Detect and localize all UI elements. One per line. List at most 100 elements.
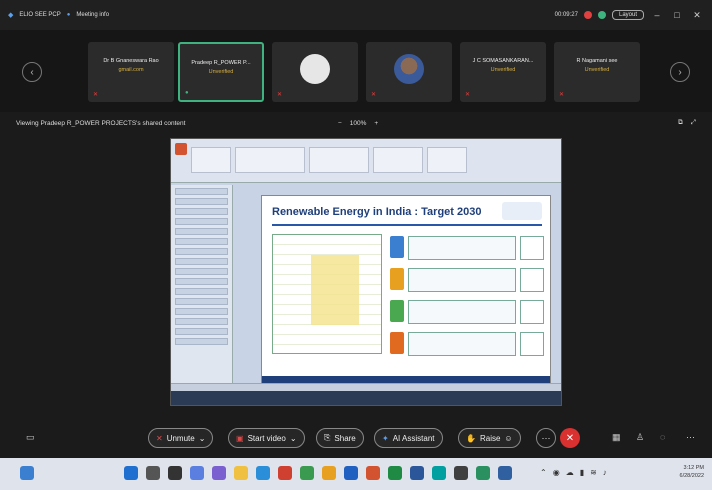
cloud-icon[interactable]: ☁	[566, 468, 574, 477]
participant-tile-active[interactable]: Pradeep R_POWER P... Unverified ●	[178, 42, 264, 102]
energy-icon	[390, 236, 404, 258]
search-icon[interactable]	[146, 466, 160, 480]
close-icon[interactable]: ✕	[690, 10, 704, 21]
start-icon[interactable]	[124, 466, 138, 480]
excel-icon[interactable]	[388, 466, 402, 480]
target-value-cell	[520, 236, 544, 260]
ribbon-group	[235, 147, 305, 173]
target-box	[408, 300, 516, 324]
participant-name: J C SOMASANKARAN...	[472, 58, 534, 64]
chrome-icon[interactable]	[322, 466, 336, 480]
participant-tile[interactable]: ✕	[366, 42, 452, 102]
office-icon[interactable]	[278, 466, 292, 480]
muted-mic-icon: ✕	[465, 92, 471, 98]
target-box	[408, 332, 516, 356]
app-icon[interactable]	[476, 466, 490, 480]
clock[interactable]: 3:12 PM 6/28/2022	[680, 464, 704, 480]
store-icon[interactable]	[300, 466, 314, 480]
ai-assistant-button[interactable]: ✦ AI Assistant	[374, 428, 443, 448]
slide-thumbnails-pane	[171, 185, 233, 385]
clock-date: 6/28/2022	[679, 473, 704, 479]
participants-icon[interactable]: ♙	[636, 432, 644, 443]
volume-icon[interactable]: ♪	[603, 468, 607, 477]
weather-icon[interactable]	[20, 466, 34, 480]
more-options-icon[interactable]: ⋯	[536, 428, 556, 448]
outlook-icon[interactable]	[344, 466, 358, 480]
file-explorer-icon[interactable]	[234, 466, 248, 480]
task-view-icon[interactable]	[168, 466, 182, 480]
maximize-icon[interactable]: □	[670, 10, 684, 20]
participant-name: Pradeep R_POWER P...	[191, 60, 251, 66]
gallery-prev-icon[interactable]: ‹	[22, 62, 42, 82]
ribbon-group	[191, 147, 231, 173]
fuel-icon	[390, 332, 404, 354]
widgets-icon[interactable]	[190, 466, 204, 480]
participant-tile[interactable]: Dr B Gnaneswara Rao gmail.com ✕	[88, 42, 174, 102]
powerpoint-taskbar-icon[interactable]	[366, 466, 380, 480]
raise-hand-button[interactable]: ✋ Raise ☺	[458, 428, 521, 448]
layout-label: Layout	[618, 12, 637, 18]
ai-assistant-label: AI Assistant	[392, 433, 435, 443]
gallery-next-icon[interactable]: ›	[670, 62, 690, 82]
zoom-out-icon[interactable]: −	[338, 120, 342, 127]
word-icon[interactable]	[410, 466, 424, 480]
more-icon[interactable]: ⋯	[686, 432, 695, 443]
participant-status: Unverified	[490, 67, 516, 73]
ai-assistant-icon: ✦	[382, 433, 389, 443]
network-icon[interactable]: ◉	[553, 468, 560, 477]
apps-icon[interactable]: ▦	[612, 432, 621, 443]
teams-icon[interactable]	[212, 466, 226, 480]
battery-icon[interactable]: ▮	[580, 468, 584, 477]
app-icon[interactable]	[454, 466, 468, 480]
powerpoint-ribbon	[171, 139, 561, 183]
participant-tile[interactable]: J C SOMASANKARAN... Unverified ✕	[460, 42, 546, 102]
powerpoint-icon	[175, 143, 187, 155]
zoom-in-icon[interactable]: +	[374, 120, 378, 127]
chevron-up-icon[interactable]: ⌃	[540, 468, 547, 477]
share-button[interactable]: ⎘ Share	[316, 428, 364, 448]
participant-status: gmail.com	[118, 67, 144, 73]
target-box	[408, 236, 516, 260]
leave-meeting-button[interactable]: ✕	[560, 428, 580, 448]
emblem-avatar	[300, 54, 330, 84]
target-value-cell	[520, 332, 544, 356]
hand-icon: ✋	[466, 433, 476, 443]
wifi-icon[interactable]: ≋	[590, 468, 597, 477]
webex-taskbar-icon[interactable]	[432, 466, 446, 480]
powerpoint-statusbar	[171, 383, 561, 391]
zoom-level: 100%	[349, 119, 367, 127]
edge-icon[interactable]	[256, 466, 270, 480]
app-label: ELIO SEE PCP	[19, 12, 61, 18]
start-video-button[interactable]: ▣ Start video ⌄	[228, 428, 305, 448]
participant-status: Unverified	[208, 69, 234, 75]
participant-tile[interactable]: R Nagamani see Unverified ✕	[554, 42, 640, 102]
ribbon-group	[373, 147, 423, 173]
ribbon-group	[427, 147, 467, 173]
chevron-down-icon[interactable]: ⌄	[199, 434, 206, 443]
connection-indicator-icon	[597, 11, 606, 19]
viewing-label: Viewing Pradeep R_POWER PROJECTS's share…	[16, 119, 186, 127]
presentation-slide: Renewable Energy in India : Target 2030	[261, 195, 551, 385]
title-bar: ◆ ELIO SEE PCP ● Meeting info 00:09:27 L…	[0, 0, 712, 30]
target-box	[408, 268, 516, 292]
chat-icon[interactable]: ◌	[660, 432, 665, 442]
minimize-icon[interactable]: –	[650, 10, 664, 20]
recording-indicator-icon	[583, 11, 592, 19]
participant-status: Unverified	[584, 67, 610, 73]
shared-screen: Renewable Energy in India : Target 2030	[170, 138, 562, 406]
share-label: Share	[334, 433, 356, 443]
unmute-button[interactable]: ✕ Unmute ⌄	[148, 428, 214, 448]
reactions-icon[interactable]: ☺	[504, 434, 512, 443]
windows-taskbar: ⌃ ◉ ☁ ▮ ≋ ♪ 3:12 PM 6/28/2022	[0, 458, 712, 490]
share-screen-icon: ⎘	[324, 433, 331, 442]
popout-icon[interactable]: ⧉	[678, 119, 683, 127]
green-energy-icon	[390, 300, 404, 322]
chevron-down-icon[interactable]: ⌄	[290, 434, 297, 443]
meeting-info-link[interactable]: Meeting info	[76, 12, 109, 18]
app-icon[interactable]	[498, 466, 512, 480]
participant-tile[interactable]: ✕	[272, 42, 358, 102]
layout-button[interactable]: Layout	[611, 10, 644, 20]
chat-bubble-icon[interactable]: ▭	[26, 432, 35, 443]
ribbon-group	[309, 147, 369, 173]
fullscreen-icon[interactable]: ⤢	[691, 119, 696, 127]
